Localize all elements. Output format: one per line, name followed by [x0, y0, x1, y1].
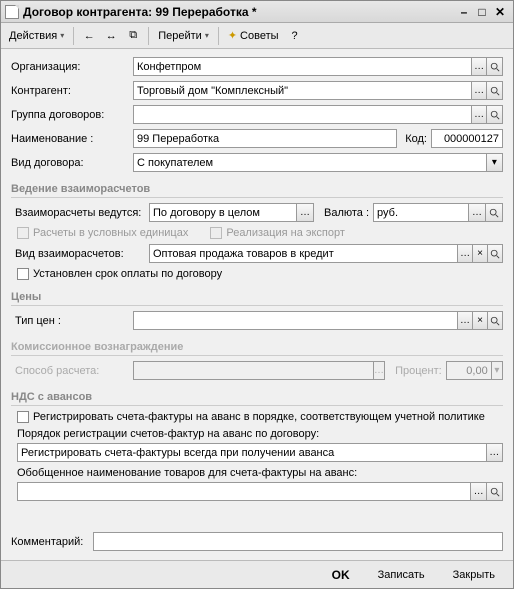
checkbox-icon: [17, 268, 29, 280]
org-select-button[interactable]: …: [471, 57, 488, 76]
general-name-input[interactable]: [17, 482, 471, 501]
percent-input: [446, 361, 492, 380]
refresh-button[interactable]: ↔: [101, 26, 121, 46]
section-commission-title: Комиссионное вознаграждение: [11, 341, 503, 353]
contr-select-button[interactable]: …: [471, 81, 488, 100]
contr-input[interactable]: [133, 81, 472, 100]
name-label: Наименование :: [11, 133, 133, 145]
lightbulb-icon: ✦: [228, 29, 237, 42]
general-name-label: Обобщенное наименование товаров для счет…: [11, 467, 503, 479]
help-icon: ?: [291, 30, 297, 42]
checkbox-icon: [17, 227, 29, 239]
org-input[interactable]: [133, 57, 472, 76]
price-type-select-button[interactable]: …: [457, 311, 473, 330]
checkbox-icon: [210, 227, 222, 239]
comm-method-label: Способ расчета:: [11, 365, 133, 377]
org-search-button[interactable]: [486, 57, 503, 76]
comm-method-input: [133, 361, 374, 380]
group-label: Группа договоров:: [11, 109, 133, 121]
section-prices-title: Цены: [11, 291, 503, 303]
back-button[interactable]: ←: [79, 26, 99, 46]
settl-input[interactable]: [149, 203, 297, 222]
maximize-button[interactable]: □: [473, 4, 491, 20]
general-name-search-button[interactable]: [486, 482, 503, 501]
close-window-button[interactable]: ✕: [491, 4, 509, 20]
code-input[interactable]: [431, 129, 503, 148]
type-input[interactable]: [133, 153, 487, 172]
refresh-icon: ↔: [106, 30, 117, 42]
group-input[interactable]: [133, 105, 472, 124]
group-select-button[interactable]: …: [471, 105, 488, 124]
comm-method-select-button: …: [373, 361, 385, 380]
settl-type-select-button[interactable]: …: [457, 244, 473, 263]
org-label: Организация:: [11, 61, 133, 73]
ok-button[interactable]: OK: [322, 565, 360, 585]
name-input[interactable]: [133, 129, 397, 148]
copy-button[interactable]: ⧉: [123, 26, 143, 46]
general-name-select-button[interactable]: …: [470, 482, 487, 501]
price-type-search-button[interactable]: [487, 311, 503, 330]
settl-type-input[interactable]: [149, 244, 458, 263]
percent-stepper-button: ▾: [491, 361, 503, 380]
window-title: Договор контрагента: 99 Переработка *: [23, 5, 455, 19]
chk-conditional-units: Расчеты в условных единицах: [17, 227, 188, 239]
save-button[interactable]: Записать: [368, 565, 435, 585]
goto-menu[interactable]: Перейти: [154, 26, 213, 46]
section-settlements-title: Ведение взаиморасчетов: [11, 183, 503, 195]
currency-select-button[interactable]: …: [468, 203, 486, 222]
contr-search-button[interactable]: [486, 81, 503, 100]
order-label: Порядок регистрации счетов-фактур на ава…: [11, 428, 503, 440]
group-search-button[interactable]: [486, 105, 503, 124]
settl-label: Взаиморасчеты ведутся:: [11, 207, 149, 219]
settl-type-search-button[interactable]: [487, 244, 503, 263]
checkbox-icon: [17, 411, 29, 423]
settl-type-label: Вид взаиморасчетов:: [11, 248, 149, 260]
contr-label: Контрагент:: [11, 85, 133, 97]
price-type-input[interactable]: [133, 311, 458, 330]
currency-input[interactable]: [373, 203, 469, 222]
price-type-clear-button[interactable]: ×: [472, 311, 488, 330]
chk-payment-term[interactable]: Установлен срок оплаты по договору: [17, 268, 222, 280]
section-vat-title: НДС с авансов: [11, 391, 503, 403]
type-dropdown-button[interactable]: ▾: [486, 153, 503, 172]
type-label: Вид договора:: [11, 157, 133, 169]
chk-register-invoices[interactable]: Регистрировать счета-фактуры на аванс в …: [17, 411, 485, 423]
comment-label: Комментарий:: [11, 536, 93, 548]
order-input[interactable]: [17, 443, 487, 462]
close-button[interactable]: Закрыть: [443, 565, 505, 585]
currency-label: Валюта :: [324, 207, 369, 219]
actions-menu[interactable]: Действия: [5, 26, 68, 46]
currency-search-button[interactable]: [485, 203, 503, 222]
arrow-left-icon: ←: [84, 30, 95, 42]
comment-input[interactable]: [93, 532, 503, 551]
code-label: Код:: [405, 133, 427, 145]
settl-select-button[interactable]: …: [296, 203, 314, 222]
document-icon: [5, 5, 19, 19]
price-type-label: Тип цен :: [11, 315, 133, 327]
tips-button[interactable]: ✦Советы: [224, 26, 283, 46]
help-button[interactable]: ?: [285, 26, 305, 46]
copy-icon: ⧉: [129, 29, 137, 42]
percent-label: Процент:: [395, 365, 442, 377]
chk-export: Реализация на экспорт: [210, 227, 345, 239]
settl-type-clear-button[interactable]: ×: [472, 244, 488, 263]
minimize-button[interactable]: –: [455, 4, 473, 20]
order-select-button[interactable]: …: [486, 443, 503, 462]
